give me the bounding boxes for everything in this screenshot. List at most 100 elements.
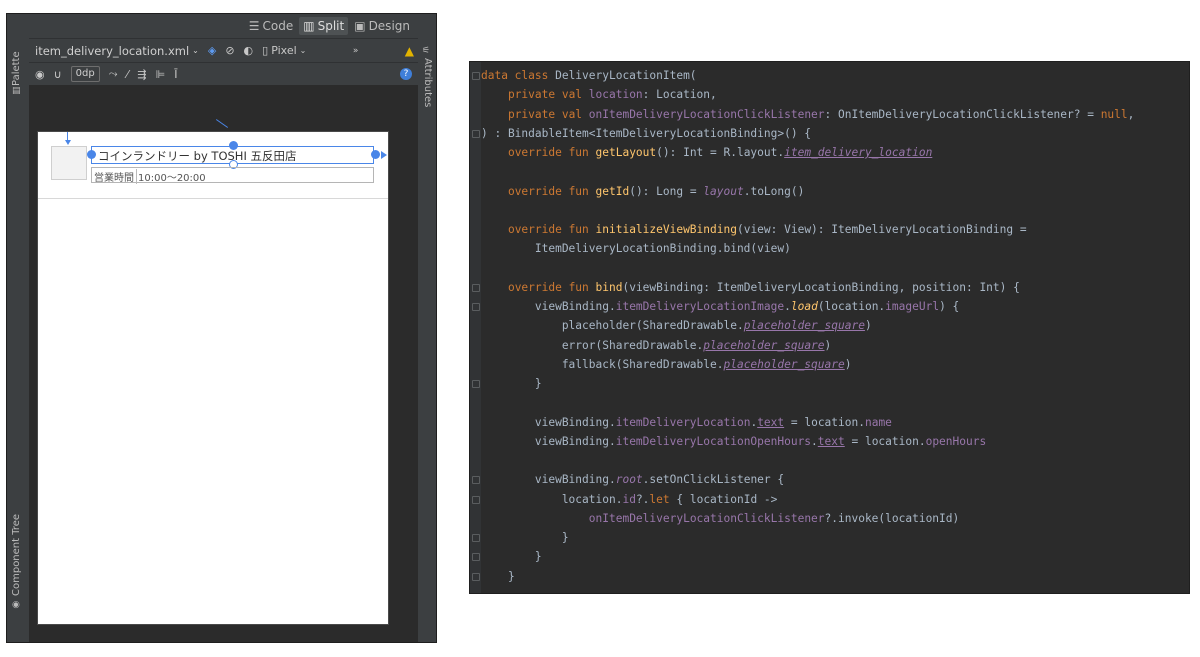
design-mode-button[interactable]: ▣ Design xyxy=(350,17,414,35)
code-token: } xyxy=(481,531,569,544)
right-constraint-handle[interactable] xyxy=(371,150,380,159)
code-token: data class xyxy=(481,69,556,82)
code-token: : Location, xyxy=(642,88,717,102)
fold-marker-icon[interactable] xyxy=(472,495,480,504)
fold-marker-icon[interactable] xyxy=(472,572,480,581)
code-line[interactable]: ItemDeliveryLocationBinding.bind(view) xyxy=(481,239,791,258)
code-token: ?. xyxy=(635,492,650,506)
palette-tab[interactable]: Palette xyxy=(11,51,22,86)
code-line[interactable]: override fun getId(): Long = layout.toLo… xyxy=(481,182,804,201)
code-line[interactable]: placeholder(SharedDrawable.placeholder_s… xyxy=(481,316,872,335)
code-token: : OnItemDeliveryLocationClickListener? = xyxy=(824,107,1101,121)
code-line[interactable]: fallback(SharedDrawable.placeholder_squa… xyxy=(481,355,852,374)
default-margin-field[interactable]: 0dp xyxy=(70,66,100,82)
constraint-line xyxy=(215,119,229,128)
overflow-icon[interactable]: » xyxy=(353,46,359,56)
code-token: } xyxy=(481,550,542,564)
eye-icon[interactable]: ◉ xyxy=(35,68,45,81)
code-token: ) { xyxy=(939,300,960,313)
code-token: } xyxy=(481,377,542,390)
code-token: ) : BindableItem<ItemDeliveryLocationBin… xyxy=(481,126,812,140)
code-token: placeholder_square xyxy=(703,338,825,352)
code-token: placeholder_square xyxy=(723,357,845,371)
code-token: let xyxy=(649,492,670,506)
attributes-tab[interactable]: Attributes xyxy=(422,58,433,107)
component-tree-tab[interactable]: Component Tree xyxy=(11,514,22,596)
delivery-location-item[interactable]: コインランドリー by TOSHI 五反田店 営業時間 10:00〜20:00 xyxy=(38,132,388,199)
code-token: location xyxy=(588,88,643,102)
code-token: } xyxy=(481,569,515,583)
design-toolbar: item_delivery_location.xml ⌄ ◈ ⊘ ◐ ▯ Pix… xyxy=(29,38,418,62)
split-mode-button[interactable]: ▥ Split xyxy=(299,17,349,35)
code-token: .setOnClickListener { xyxy=(642,473,785,487)
layers-icon[interactable]: ◈ xyxy=(208,44,216,57)
magnet-icon[interactable]: ∪ xyxy=(54,68,62,81)
code-line[interactable]: ) : BindableItem<ItemDeliveryLocationBin… xyxy=(481,124,811,143)
warning-icon[interactable]: ▲ xyxy=(405,44,414,58)
code-line[interactable]: error(SharedDrawable.placeholder_square) xyxy=(481,336,831,355)
code-line[interactable]: location.id?.let { locationId -> xyxy=(481,490,778,509)
left-constraint-handle[interactable] xyxy=(87,150,96,159)
fold-marker-icon[interactable] xyxy=(472,380,480,388)
code-line[interactable]: private val onItemDeliveryLocationClickL… xyxy=(481,105,1134,124)
layout-file-selector[interactable]: item_delivery_location.xml ⌄ xyxy=(35,44,199,58)
code-line[interactable]: viewBinding.itemDeliveryLocationImage.lo… xyxy=(481,297,959,316)
code-token: { locationId -> xyxy=(669,492,778,506)
code-mode-button[interactable]: ☰ Code xyxy=(245,17,298,35)
code-token: override fun xyxy=(507,280,596,294)
clear-constraints-icon[interactable]: ⤳ xyxy=(109,67,118,81)
code-token: ) xyxy=(864,319,872,333)
fold-marker-icon[interactable] xyxy=(472,534,480,542)
code-line[interactable]: override fun initializeViewBinding(view:… xyxy=(481,220,1027,239)
hours-label-text: 営業時間 xyxy=(94,169,137,184)
code-line[interactable]: viewBinding.root.setOnClickListener { xyxy=(481,470,784,489)
top-constraint-handle[interactable] xyxy=(229,141,238,150)
fold-marker-icon[interactable] xyxy=(472,553,480,562)
code-token: .toLong() xyxy=(743,184,805,198)
code-token: , xyxy=(1127,107,1135,121)
design-canvas[interactable]: コインランドリー by TOSHI 五反田店 営業時間 10:00〜20:00 xyxy=(29,87,418,642)
help-icon[interactable]: ? xyxy=(400,68,412,80)
orientation-icon[interactable]: ⊘ xyxy=(225,44,234,57)
code-token: name xyxy=(864,415,892,429)
align-icon[interactable]: ⊫ xyxy=(156,68,166,81)
code-line[interactable]: private val location: Location, xyxy=(481,85,717,104)
code-token: (view: View): ItemDeliveryLocationBindin… xyxy=(736,223,1027,236)
device-preview[interactable]: コインランドリー by TOSHI 五反田店 営業時間 10:00〜20:00 xyxy=(37,131,389,625)
left-tool-strip: Palette ▤ Component Tree ◉ xyxy=(7,14,30,642)
fold-marker-icon[interactable] xyxy=(472,476,480,485)
code-line[interactable]: } xyxy=(481,547,542,566)
code-token: root xyxy=(615,473,643,487)
split-mode-label: Split xyxy=(317,19,345,33)
code-token: text xyxy=(757,415,785,429)
guidelines-icon[interactable]: Ī xyxy=(174,68,177,81)
code-line[interactable]: } xyxy=(481,374,542,393)
device-selector[interactable]: ▯ Pixel ⌄ xyxy=(262,44,306,57)
code-line[interactable]: data class DeliveryLocationItem( xyxy=(481,66,697,85)
palette-icon: ▤ xyxy=(12,86,21,96)
code-token: onItemDeliveryLocationClickListener xyxy=(588,511,825,525)
code-line[interactable]: onItemDeliveryLocationClickListener?.inv… xyxy=(481,509,959,528)
code-lines-icon: ☰ xyxy=(248,19,260,33)
fold-marker-icon[interactable] xyxy=(472,303,480,311)
fold-marker-icon[interactable] xyxy=(472,72,480,80)
layout-file-name: item_delivery_location.xml xyxy=(35,43,190,58)
location-image-placeholder[interactable] xyxy=(51,146,87,180)
fold-marker-icon[interactable] xyxy=(472,283,480,292)
magic-wand-icon[interactable]: ⁄ xyxy=(127,68,129,81)
code-line[interactable]: override fun bind(viewBinding: ItemDeliv… xyxy=(481,278,1020,297)
open-hours-textview[interactable]: 営業時間 10:00〜20:00 xyxy=(91,167,374,184)
location-name-text: コインランドリー by TOSHI 五反田店 xyxy=(98,149,297,163)
night-mode-icon[interactable]: ◐ xyxy=(244,44,254,57)
kotlin-code-editor[interactable]: data class DeliveryLocationItem( private… xyxy=(469,61,1190,594)
code-line[interactable]: } xyxy=(481,528,569,547)
pack-icon[interactable]: ⇶ xyxy=(137,68,146,81)
code-line[interactable]: override fun getLayout(): Int = R.layout… xyxy=(481,143,932,162)
device-name: Pixel xyxy=(271,44,297,57)
code-line[interactable]: viewBinding.itemDeliveryLocation.text = … xyxy=(481,413,892,432)
fold-marker-icon[interactable] xyxy=(472,129,480,138)
code-line[interactable]: } xyxy=(481,567,515,586)
code-line[interactable]: viewBinding.itemDeliveryLocationOpenHour… xyxy=(481,432,986,451)
code-token: error(SharedDrawable. xyxy=(481,338,704,352)
